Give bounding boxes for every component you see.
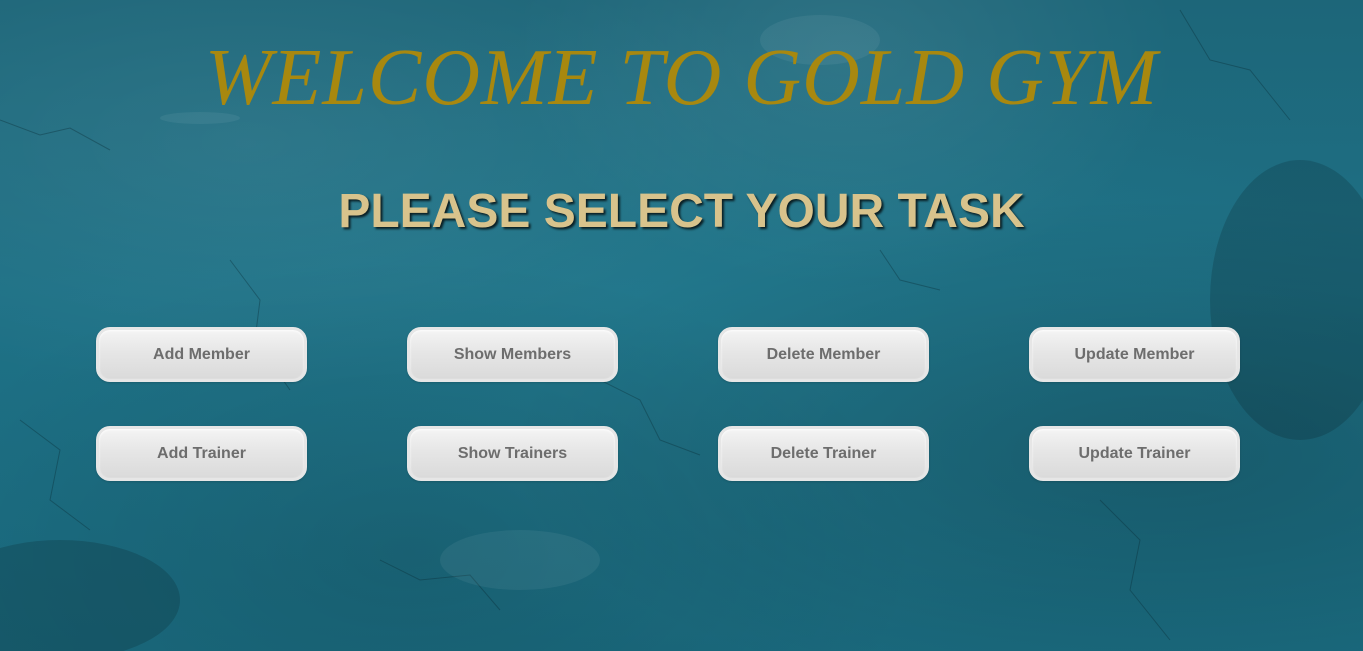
page-title: WELCOME TO GOLD GYM [204, 34, 1159, 122]
task-button-grid: Add Member Show Members Delete Member Up… [96, 327, 1240, 525]
update-member-button[interactable]: Update Member [1029, 327, 1240, 382]
update-trainer-button[interactable]: Update Trainer [1029, 426, 1240, 481]
add-member-button[interactable]: Add Member [96, 327, 307, 382]
show-trainers-button[interactable]: Show Trainers [407, 426, 618, 481]
delete-member-button[interactable]: Delete Member [718, 327, 929, 382]
show-members-button[interactable]: Show Members [407, 327, 618, 382]
page-subtitle: PLEASE SELECT YOUR TASK [338, 185, 1025, 238]
delete-trainer-button[interactable]: Delete Trainer [718, 426, 929, 481]
trainer-actions-row: Add Trainer Show Trainers Delete Trainer… [96, 426, 1240, 481]
member-actions-row: Add Member Show Members Delete Member Up… [96, 327, 1240, 382]
add-trainer-button[interactable]: Add Trainer [96, 426, 307, 481]
